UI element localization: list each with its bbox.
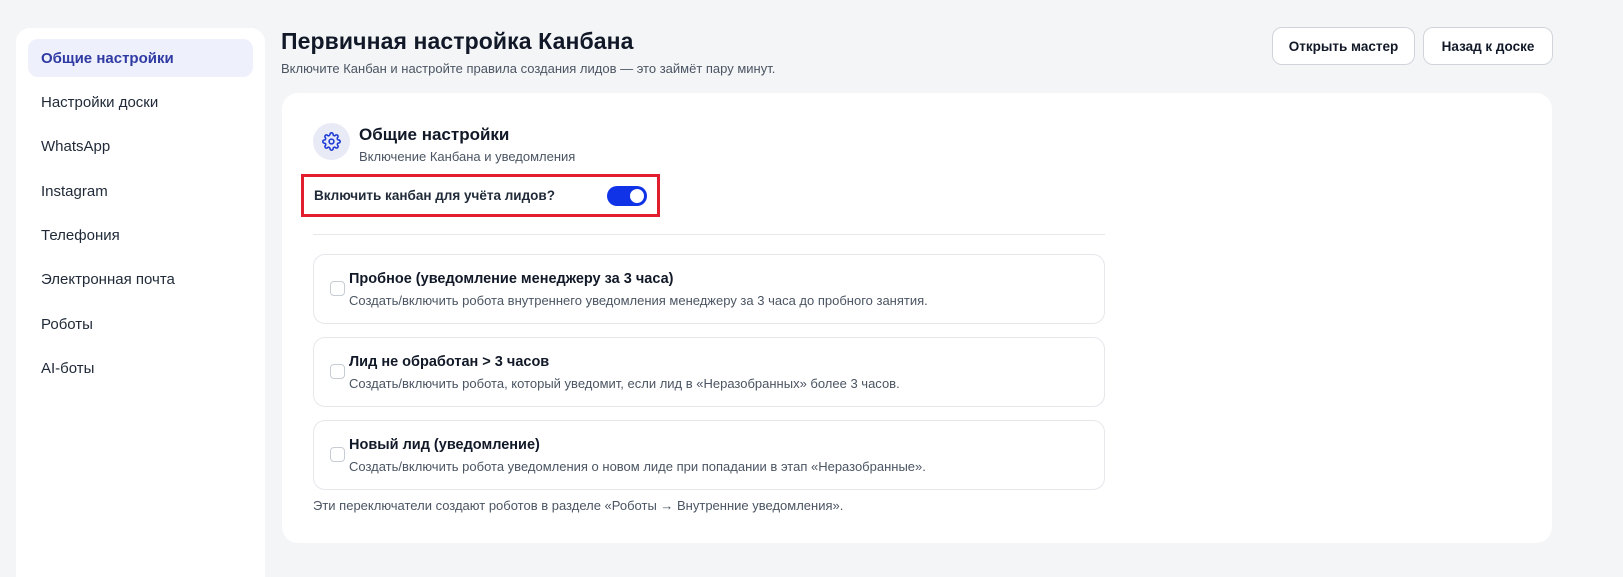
sidebar-item-label: Настройки доски [41, 93, 159, 111]
sidebar-item-label: Роботы [41, 315, 93, 333]
enable-kanban-row: Включить канбан для учёта лидов? [301, 174, 660, 217]
page-title: Первичная настройка Канбана [281, 28, 634, 54]
sidebar-item-general-settings[interactable]: Общие настройки [28, 39, 253, 77]
sidebar-item-ai-bots[interactable]: AI-боты [28, 350, 253, 388]
robot-option-new-lead[interactable]: Новый лид (уведомление) Создать/включить… [313, 420, 1105, 490]
settings-card: Общие настройки Включение Канбана и увед… [282, 93, 1552, 543]
sidebar-item-label: AI-боты [41, 360, 95, 378]
sidebar: Общие настройки Настройки доски WhatsApp… [16, 28, 265, 577]
sidebar-item-instagram[interactable]: Instagram [28, 172, 253, 210]
sidebar-item-email[interactable]: Электронная почта [28, 261, 253, 299]
robot-option-description: Создать/включить робота уведомления о но… [349, 459, 926, 474]
section-subtitle: Включение Канбана и уведомления [359, 149, 576, 164]
robot-option-description: Создать/включить робота, который уведоми… [349, 376, 900, 391]
robot-option-description: Создать/включить робота внутреннего увед… [349, 293, 928, 308]
section-title: Общие настройки [359, 125, 510, 144]
sidebar-item-label: Instagram [41, 182, 108, 200]
enable-kanban-toggle[interactable] [607, 186, 647, 206]
sidebar-item-board-settings[interactable]: Настройки доски [28, 83, 253, 121]
robot-unprocessed-lead-checkbox[interactable] [330, 364, 345, 379]
robot-option-trial[interactable]: Пробное (уведомление менеджеру за 3 часа… [313, 254, 1105, 324]
enable-kanban-label: Включить канбан для учёта лидов? [314, 188, 555, 203]
sidebar-item-label: Телефония [41, 227, 120, 245]
robot-option-title: Лид не обработан > 3 часов [349, 354, 550, 370]
footer-note: Эти переключатели создают роботов в разд… [313, 498, 844, 513]
page-subtitle: Включите Канбан и настройте правила созд… [281, 61, 776, 76]
robot-option-title: Пробное (уведомление менеджеру за 3 часа… [349, 271, 674, 287]
sidebar-item-whatsapp[interactable]: WhatsApp [28, 128, 253, 166]
sidebar-item-robots[interactable]: Роботы [28, 305, 253, 343]
sidebar-item-label: Электронная почта [41, 271, 175, 289]
robot-trial-checkbox[interactable] [330, 281, 345, 296]
robot-option-unprocessed-lead[interactable]: Лид не обработан > 3 часов Создать/включ… [313, 337, 1105, 407]
back-to-board-button[interactable]: Назад к доске [1423, 27, 1553, 65]
divider [313, 234, 1105, 235]
toggle-knob [630, 189, 644, 203]
sidebar-item-label: WhatsApp [41, 138, 111, 156]
robot-new-lead-checkbox[interactable] [330, 447, 345, 462]
sidebar-item-telephony[interactable]: Телефония [28, 217, 253, 255]
sidebar-item-label: Общие настройки [41, 49, 174, 67]
gear-icon [313, 123, 350, 160]
robot-option-title: Новый лид (уведомление) [349, 437, 540, 453]
open-wizard-button[interactable]: Открыть мастер [1272, 27, 1415, 65]
